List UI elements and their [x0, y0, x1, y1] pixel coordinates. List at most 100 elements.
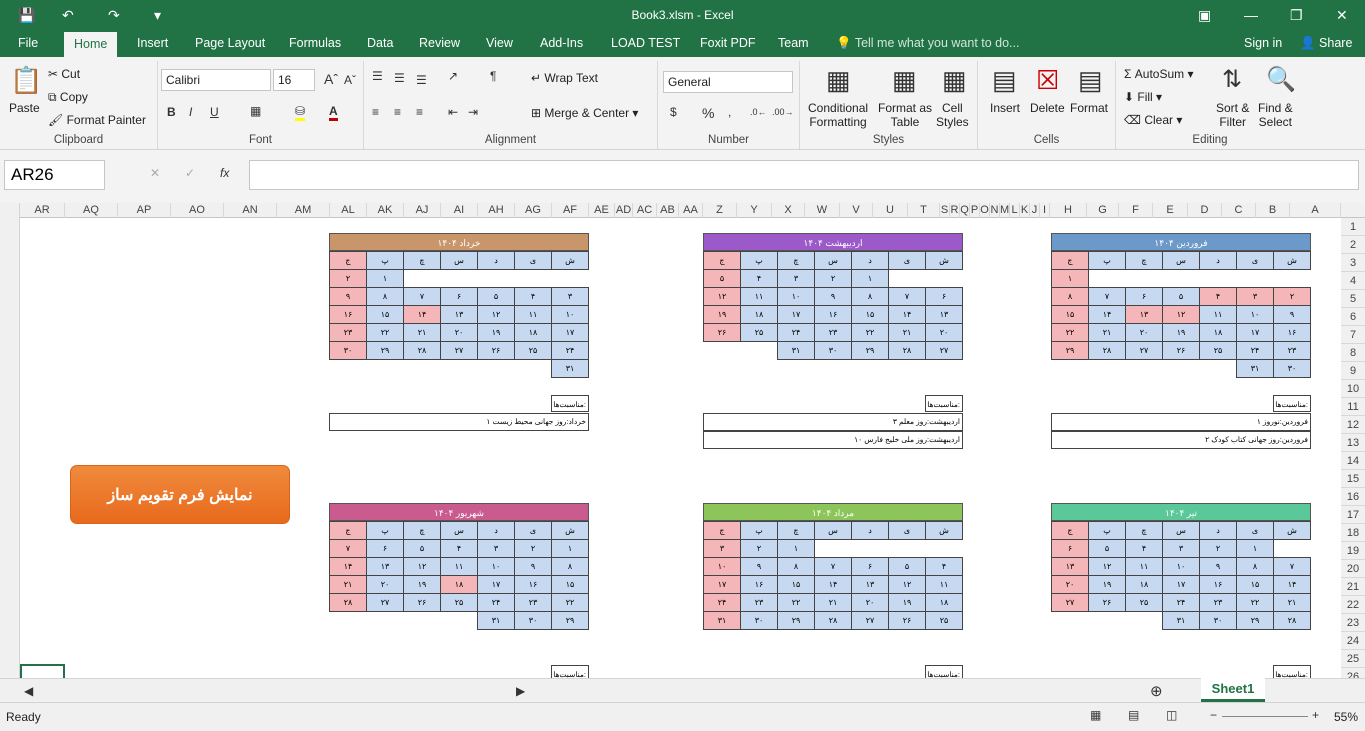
- day-cell[interactable]: ۱۳: [440, 305, 478, 324]
- day-cell[interactable]: [925, 269, 963, 288]
- day-cell[interactable]: ۹: [514, 557, 552, 576]
- column-header[interactable]: O: [980, 203, 990, 218]
- day-cell[interactable]: ۱۸: [1125, 575, 1163, 594]
- row-header[interactable]: 21: [1341, 578, 1365, 596]
- day-cell[interactable]: ۱۱: [1199, 305, 1237, 324]
- day-cell[interactable]: ۳: [703, 539, 741, 558]
- day-cell[interactable]: ۲۴: [1162, 593, 1200, 612]
- day-cell[interactable]: ۲۳: [329, 323, 367, 342]
- italic-icon[interactable]: I: [189, 105, 192, 119]
- day-cell[interactable]: ۱: [777, 539, 815, 558]
- day-cell[interactable]: ۱۴: [888, 305, 926, 324]
- day-cell[interactable]: ۱۱: [440, 557, 478, 576]
- day-cell[interactable]: ۲۶: [1162, 341, 1200, 360]
- day-cell[interactable]: ۱۱: [1125, 557, 1163, 576]
- day-cell[interactable]: ۲۵: [740, 323, 778, 342]
- column-header[interactable]: AG: [515, 203, 552, 218]
- tab-data[interactable]: Data: [367, 36, 393, 50]
- day-cell[interactable]: ۱۲: [888, 575, 926, 594]
- day-cell[interactable]: ۱۰: [1236, 305, 1274, 324]
- day-cell[interactable]: ۱: [366, 269, 404, 288]
- grow-font-icon[interactable]: Aˆ: [324, 71, 338, 87]
- day-cell[interactable]: [403, 611, 441, 630]
- row-header[interactable]: 13: [1341, 434, 1365, 452]
- day-cell[interactable]: ۱۷: [477, 575, 515, 594]
- day-cell[interactable]: ۱۴: [403, 305, 441, 324]
- name-box[interactable]: AR26: [4, 160, 105, 190]
- minimize-icon[interactable]: —: [1244, 5, 1258, 25]
- day-cell[interactable]: ۵: [403, 539, 441, 558]
- column-header[interactable]: AA: [679, 203, 703, 218]
- day-cell[interactable]: ۱۹: [477, 323, 515, 342]
- borders-icon[interactable]: ▦: [250, 104, 261, 118]
- day-cell[interactable]: ۱۶: [514, 575, 552, 594]
- row-header[interactable]: 18: [1341, 524, 1365, 542]
- day-cell[interactable]: [477, 359, 515, 378]
- column-header[interactable]: J: [1030, 203, 1040, 218]
- day-cell[interactable]: ۱۵: [1236, 575, 1274, 594]
- day-cell[interactable]: ۴: [1125, 539, 1163, 558]
- day-cell[interactable]: [888, 269, 926, 288]
- day-cell[interactable]: [366, 611, 404, 630]
- row-header[interactable]: 22: [1341, 596, 1365, 614]
- day-cell[interactable]: ۵: [1088, 539, 1126, 558]
- autosum-button[interactable]: Σ AutoSum ▾: [1124, 67, 1193, 81]
- day-cell[interactable]: ۱۷: [1162, 575, 1200, 594]
- day-cell[interactable]: [925, 539, 963, 558]
- format-painter-button[interactable]: 🖌 Format Painter: [48, 113, 146, 127]
- day-cell[interactable]: ۲۹: [551, 611, 589, 630]
- day-cell[interactable]: ۱۱: [925, 575, 963, 594]
- sheet-tab[interactable]: Sheet1: [1201, 678, 1265, 702]
- day-cell[interactable]: ۷: [814, 557, 852, 576]
- decrease-decimal-icon[interactable]: .00→: [772, 107, 794, 117]
- number-format-select[interactable]: General: [663, 71, 793, 93]
- day-cell[interactable]: [514, 359, 552, 378]
- row-header[interactable]: 2: [1341, 236, 1365, 254]
- day-cell[interactable]: ۲۰: [925, 323, 963, 342]
- row-header[interactable]: 5: [1341, 290, 1365, 308]
- day-cell[interactable]: ۲۳: [1199, 593, 1237, 612]
- fill-button[interactable]: ⬇ Fill ▾: [1124, 90, 1162, 104]
- close-icon[interactable]: ✕: [1336, 5, 1348, 25]
- font-size-select[interactable]: 16: [273, 69, 315, 91]
- increase-decimal-icon[interactable]: .0←: [750, 107, 767, 117]
- day-cell[interactable]: [1051, 611, 1089, 630]
- day-cell[interactable]: ۲: [1273, 287, 1311, 306]
- day-cell[interactable]: [1273, 269, 1311, 288]
- font-name-select[interactable]: Calibri: [161, 69, 271, 91]
- column-header[interactable]: AE: [589, 203, 615, 218]
- day-cell[interactable]: [1273, 539, 1311, 558]
- day-cell[interactable]: ۲۵: [514, 341, 552, 360]
- column-header[interactable]: F: [1119, 203, 1153, 218]
- row-header[interactable]: 3: [1341, 254, 1365, 272]
- row-header[interactable]: 1: [1341, 218, 1365, 236]
- day-cell[interactable]: ۳: [477, 539, 515, 558]
- day-cell[interactable]: ۱۶: [1199, 575, 1237, 594]
- day-cell[interactable]: ۳۰: [514, 611, 552, 630]
- row-header[interactable]: 11: [1341, 398, 1365, 416]
- day-cell[interactable]: ۱۴: [329, 557, 367, 576]
- day-cell[interactable]: ۲۶: [888, 611, 926, 630]
- day-cell[interactable]: ۴: [925, 557, 963, 576]
- day-cell[interactable]: [329, 611, 367, 630]
- day-cell[interactable]: ۵: [703, 269, 741, 288]
- day-cell[interactable]: ۱۹: [1088, 575, 1126, 594]
- day-cell[interactable]: ۱۸: [514, 323, 552, 342]
- day-cell[interactable]: ۳۱: [777, 341, 815, 360]
- column-header[interactable]: AI: [441, 203, 478, 218]
- day-cell[interactable]: ۶: [366, 539, 404, 558]
- row-header[interactable]: 20: [1341, 560, 1365, 578]
- day-cell[interactable]: ۱: [1236, 539, 1274, 558]
- day-cell[interactable]: ۷: [1273, 557, 1311, 576]
- column-header[interactable]: Z: [703, 203, 737, 218]
- day-cell[interactable]: ۶: [1125, 287, 1163, 306]
- align-right-icon[interactable]: ≡: [416, 105, 423, 119]
- find-select-button[interactable]: Find & Select: [1258, 101, 1293, 129]
- day-cell[interactable]: ۱۷: [703, 575, 741, 594]
- column-header[interactable]: G: [1087, 203, 1119, 218]
- day-cell[interactable]: ۲۳: [740, 593, 778, 612]
- day-cell[interactable]: ۹: [814, 287, 852, 306]
- column-header[interactable]: AP: [118, 203, 171, 218]
- insert-cells-button[interactable]: Insert: [990, 101, 1020, 115]
- decrease-indent-icon[interactable]: ⇤: [448, 105, 458, 119]
